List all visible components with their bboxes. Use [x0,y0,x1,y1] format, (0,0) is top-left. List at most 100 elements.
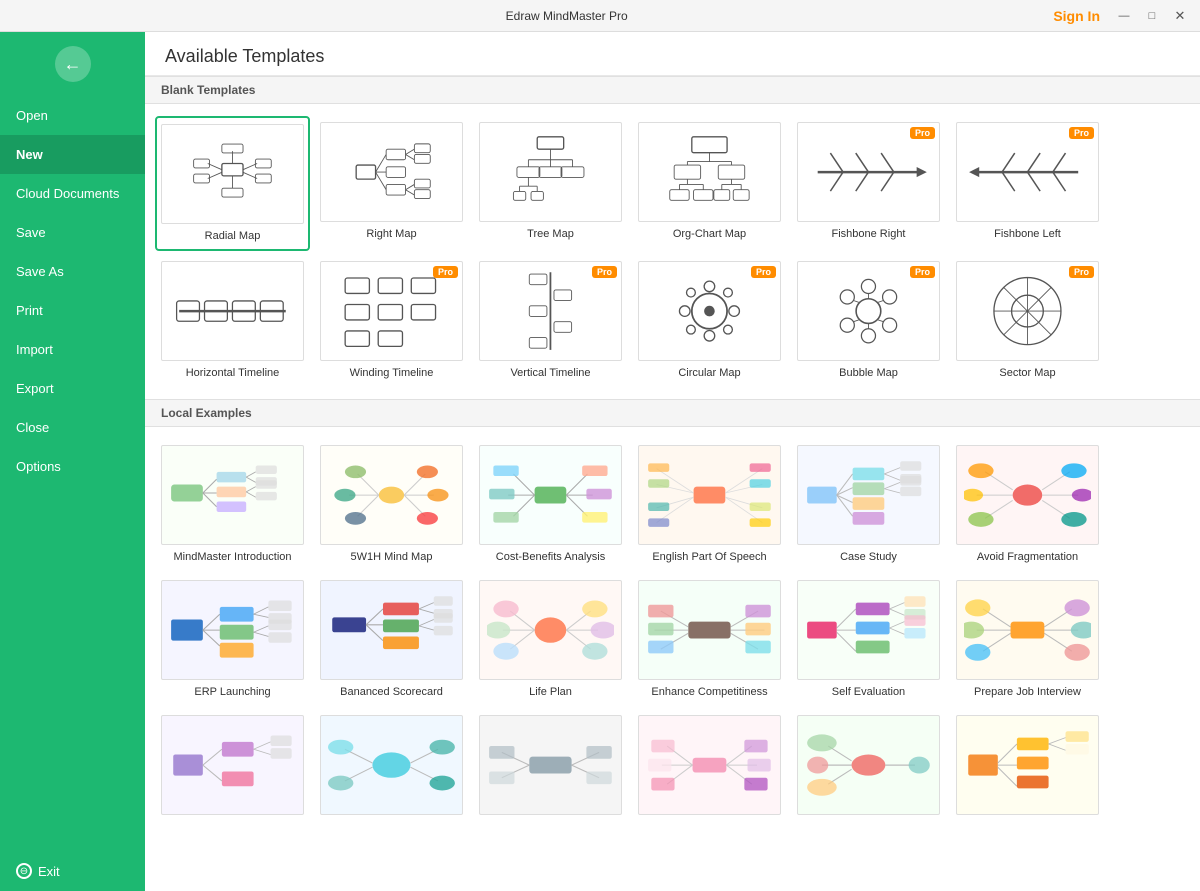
template-row3-3[interactable] [473,709,628,826]
cost-benefits-thumb [487,451,614,539]
template-sector[interactable]: Pro Sector Map [950,255,1105,386]
template-avoid-frag[interactable]: Avoid Fragmentation [950,439,1105,570]
template-orgchart-preview [638,122,781,222]
template-row3-3-preview [479,715,622,815]
enhance-thumb [646,586,773,674]
exit-button[interactable]: ⊖ Exit [0,851,145,891]
template-h-timeline-label: Horizontal Timeline [186,366,280,380]
template-row3-4-preview [638,715,781,815]
row3-5-thumb [805,721,932,809]
template-case-study[interactable]: Case Study [791,439,946,570]
template-balanced-label: Bananced Scorecard [340,685,443,699]
template-case-label: Case Study [840,550,897,564]
title-bar: Edraw MindMaster Pro Sign In — □ ✕ [0,0,1200,32]
page-title: Available Templates [165,46,1180,67]
template-fishbone-left[interactable]: Pro Fishbone Left [950,116,1105,251]
pro-badge-bubble: Pro [910,266,935,278]
template-life-plan[interactable]: Life Plan [473,574,628,705]
template-sector-preview: Pro [956,261,1099,361]
back-icon: ← [55,46,91,82]
sign-in-button[interactable]: Sign In [1045,8,1108,24]
sidebar-item-import[interactable]: Import [0,330,145,369]
sidebar-item-saveas[interactable]: Save As [0,252,145,291]
template-self-eval[interactable]: Self Evaluation [791,574,946,705]
template-fishbone-right-preview: Pro [797,122,940,222]
template-mindmaster-label: MindMaster Introduction [174,550,292,564]
sidebar-item-close[interactable]: Close [0,408,145,447]
template-orgchart[interactable]: Org-Chart Map [632,116,787,251]
template-fishbone-right[interactable]: Pro Fishbone Right [791,116,946,251]
row3-3-thumb [487,721,614,809]
template-5w1h[interactable]: 5W1H Mind Map [314,439,469,570]
minimize-button[interactable]: — [1112,6,1136,26]
template-row3-1[interactable] [155,709,310,826]
template-h-timeline[interactable]: Horizontal Timeline [155,255,310,386]
template-balanced[interactable]: Bananced Scorecard [314,574,469,705]
tree-map-icon [487,128,614,216]
template-bubble-label: Bubble Map [839,366,898,380]
template-tree-label: Tree Map [527,227,574,241]
template-cost-benefits[interactable]: Cost-Benefits Analysis [473,439,628,570]
template-circular[interactable]: Pro [632,255,787,386]
template-v-timeline-label: Vertical Timeline [510,366,590,380]
fishbone-left-icon [964,128,1091,216]
sidebar-item-print[interactable]: Print [0,291,145,330]
template-job-interview[interactable]: Prepare Job Interview [950,574,1105,705]
case-study-thumb [805,451,932,539]
template-bubble[interactable]: Pro [791,255,946,386]
local-templates-grid: MindMaster Introduction [145,427,1200,839]
sidebar-item-export[interactable]: Export [0,369,145,408]
template-avoid-preview [956,445,1099,545]
template-case-preview [797,445,940,545]
app-body: ← Open New Cloud Documents Save Save As … [0,32,1200,891]
back-button[interactable]: ← [0,32,145,96]
templates-area[interactable]: Blank Templates [145,76,1200,891]
template-row3-2[interactable] [314,709,469,826]
close-button[interactable]: ✕ [1168,6,1192,26]
row3-1-thumb [169,721,296,809]
template-row3-1-preview [161,715,304,815]
sector-icon [964,267,1091,355]
template-winding-timeline[interactable]: Pro Winding Timeline [314,255,469,386]
template-row3-4[interactable] [632,709,787,826]
template-english-speech[interactable]: English Part Of Speech [632,439,787,570]
app-title: Edraw MindMaster Pro [88,9,1045,23]
5w1h-thumb [328,451,455,539]
template-job-preview [956,580,1099,680]
template-radial[interactable]: Radial Map [155,116,310,251]
template-fishbone-left-label: Fishbone Left [994,227,1061,241]
template-avoid-label: Avoid Fragmentation [977,550,1078,564]
template-balanced-preview [320,580,463,680]
template-erp[interactable]: ERP Launching [155,574,310,705]
maximize-button[interactable]: □ [1140,6,1164,26]
exit-label: Exit [38,864,60,879]
row3-4-thumb [646,721,773,809]
template-enhance[interactable]: Enhance Competitiness [632,574,787,705]
pro-badge-fishbone-left: Pro [1069,127,1094,139]
circular-icon [646,267,773,355]
erp-thumb [169,586,296,674]
template-right-map[interactable]: Right Map [314,116,469,251]
template-cost-label: Cost-Benefits Analysis [496,550,605,564]
sidebar-item-open[interactable]: Open [0,96,145,135]
pro-badge-v-timeline: Pro [592,266,617,278]
template-circular-preview: Pro [638,261,781,361]
template-fishbone-left-preview: Pro [956,122,1099,222]
template-v-timeline[interactable]: Pro Vertical Timeline [473,255,628,386]
template-right-label: Right Map [366,227,416,241]
template-row3-5[interactable] [791,709,946,826]
mindmaster-intro-thumb [169,451,296,539]
sidebar-item-new[interactable]: New [0,135,145,174]
template-mindmaster-intro[interactable]: MindMaster Introduction [155,439,310,570]
template-5w1h-label: 5W1H Mind Map [351,550,433,564]
template-row3-5-preview [797,715,940,815]
template-tree-preview [479,122,622,222]
sidebar-item-options[interactable]: Options [0,447,145,486]
sidebar: ← Open New Cloud Documents Save Save As … [0,32,145,891]
template-tree-map[interactable]: Tree Map [473,116,628,251]
template-row3-6[interactable] [950,709,1105,826]
template-bubble-preview: Pro [797,261,940,361]
sidebar-item-save[interactable]: Save [0,213,145,252]
sidebar-item-cloud[interactable]: Cloud Documents [0,174,145,213]
template-self-eval-label: Self Evaluation [832,685,905,699]
